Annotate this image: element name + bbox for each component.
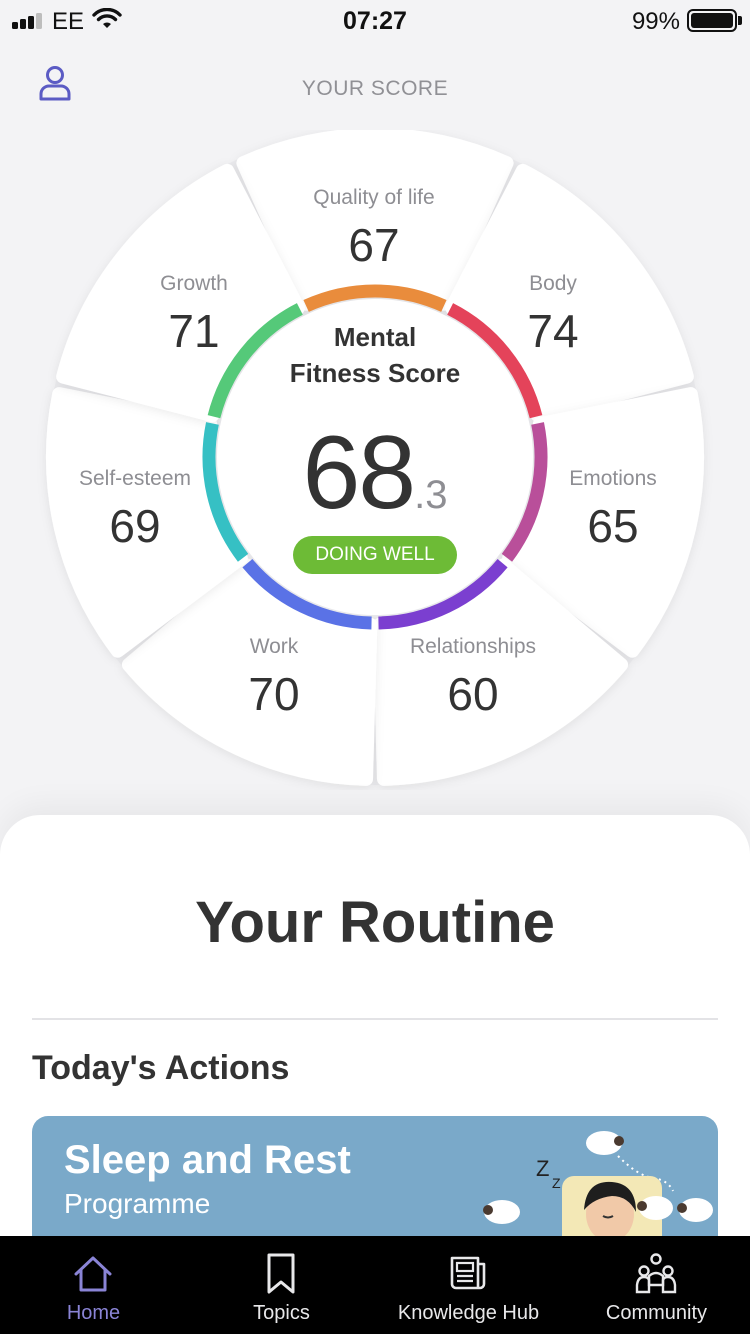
tab-knowledge-hub[interactable]: Knowledge Hub bbox=[375, 1236, 562, 1334]
segment-value-quality-of-life: 67 bbox=[348, 219, 400, 271]
tab-label: Community bbox=[605, 1302, 708, 1324]
home-icon bbox=[74, 1256, 112, 1292]
sleeping-sheep-illustration: Z Z bbox=[483, 1131, 713, 1256]
tab-topics[interactable]: Topics bbox=[188, 1236, 375, 1334]
svg-text:Z: Z bbox=[536, 1156, 549, 1181]
page-title: YOUR SCORE bbox=[301, 77, 449, 100]
tab-label: Knowledge Hub bbox=[397, 1302, 540, 1324]
tab-bar: Home Topics Knowledge Hub Community bbox=[0, 1236, 750, 1334]
segment-label-relationships: Relationships bbox=[409, 635, 537, 658]
segment-label-growth: Growth bbox=[160, 272, 228, 295]
score-wheel: Quality of life 67 Body 74 Emotions 65 R… bbox=[0, 130, 750, 790]
card-subtitle: Programme bbox=[64, 1188, 211, 1219]
score-integer: 68 bbox=[302, 415, 416, 531]
battery-tip bbox=[738, 16, 742, 25]
status-badge: DOING WELL bbox=[293, 536, 457, 574]
tab-home[interactable]: Home bbox=[0, 1236, 187, 1334]
segment-value-work: 70 bbox=[248, 668, 300, 720]
card-title: Sleep and Rest bbox=[64, 1138, 351, 1182]
segment-label-body: Body bbox=[529, 272, 577, 295]
segment-label-quality-of-life: Quality of life bbox=[313, 186, 435, 209]
status-bar: EE 07:27 99% bbox=[0, 0, 750, 42]
segment-label-emotions: Emotions bbox=[569, 467, 657, 490]
battery-icon bbox=[687, 9, 737, 32]
score-title-line2: Fitness Score bbox=[289, 358, 461, 388]
bookmark-icon bbox=[267, 1253, 295, 1294]
sleep-and-rest-card[interactable]: Sleep and Rest Programme Z Z bbox=[32, 1116, 718, 1256]
newspaper-icon bbox=[450, 1256, 486, 1290]
segment-value-relationships: 60 bbox=[447, 668, 499, 720]
score-decimal: .3 bbox=[414, 473, 448, 517]
tab-community[interactable]: Community bbox=[563, 1236, 750, 1334]
segment-label-work: Work bbox=[249, 635, 299, 658]
people-icon bbox=[635, 1253, 677, 1294]
tab-label: Home bbox=[66, 1302, 121, 1324]
segment-label-self-esteem: Self-esteem bbox=[78, 467, 192, 490]
segment-value-emotions: 65 bbox=[587, 500, 639, 552]
todays-actions-heading: Today's Actions bbox=[32, 1049, 290, 1087]
divider bbox=[32, 1018, 718, 1020]
battery-percent: 99% bbox=[631, 8, 680, 35]
segment-value-self-esteem: 69 bbox=[109, 500, 161, 552]
svg-text:Z: Z bbox=[552, 1175, 561, 1191]
tab-label: Topics bbox=[253, 1302, 310, 1324]
score-title-line1: Mental bbox=[333, 322, 417, 352]
mental-fitness-score: 68.3 bbox=[225, 414, 525, 533]
routine-title: Your Routine bbox=[195, 890, 555, 955]
